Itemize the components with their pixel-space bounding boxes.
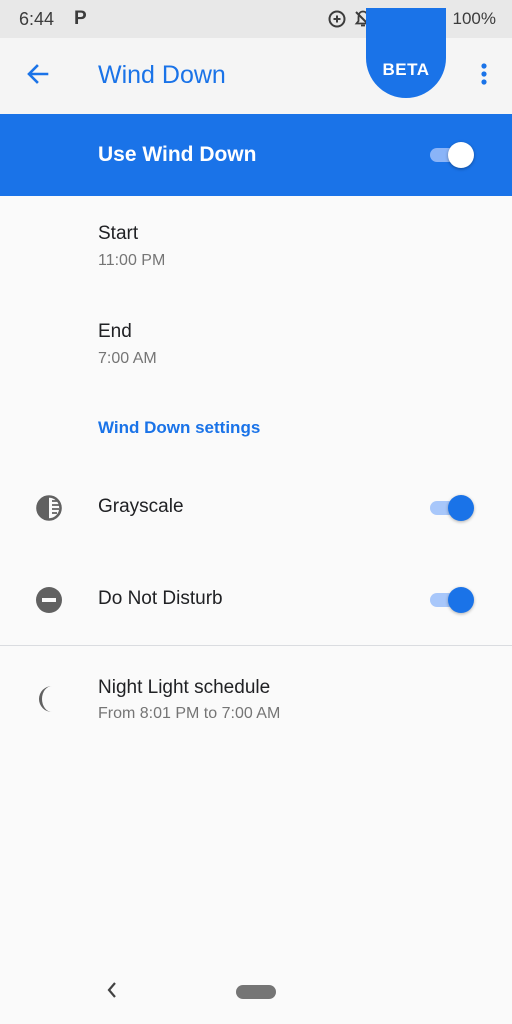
wind-down-settings-header: Wind Down settings (98, 418, 261, 437)
app-bar: Wind Down BETA (0, 8, 512, 114)
grayscale-switch[interactable] (428, 494, 476, 522)
notification-p-icon: P (74, 8, 87, 29)
grayscale-preference[interactable]: Grayscale (0, 462, 512, 554)
switch-thumb (448, 495, 474, 521)
navigation-bar (0, 960, 512, 1024)
status-time: 6:44 (19, 9, 55, 29)
end-title: End (98, 321, 132, 342)
use-wind-down-switch[interactable] (428, 141, 476, 169)
grayscale-title: Grayscale (98, 496, 184, 517)
page-title: Wind Down (98, 61, 226, 89)
grayscale-icon (34, 493, 64, 523)
preferences-list: Start 11:00 PM End 7:00 AM Wind Down set… (0, 196, 512, 1024)
night-light-schedule-preference[interactable]: Night Light schedule From 8:01 PM to 7:0… (0, 646, 512, 750)
more-options-button[interactable] (470, 60, 498, 92)
start-summary: 11:00 PM (98, 252, 166, 269)
use-wind-down-bar[interactable]: Use Wind Down (0, 114, 512, 196)
arrow-back-icon (25, 61, 51, 92)
beta-badge: BETA (366, 8, 446, 98)
data-saver-icon (327, 9, 347, 29)
use-wind-down-label: Use Wind Down (98, 143, 257, 166)
switch-thumb (448, 142, 474, 168)
night-light-summary: From 8:01 PM to 7:00 AM (98, 705, 281, 722)
do-not-disturb-title: Do Not Disturb (98, 588, 223, 609)
end-summary: 7:00 AM (98, 350, 157, 367)
more-vert-icon (480, 62, 488, 91)
night-light-icon (34, 684, 64, 714)
end-time-preference[interactable]: End 7:00 AM (0, 294, 512, 392)
do-not-disturb-preference[interactable]: Do Not Disturb (0, 554, 512, 646)
switch-thumb (448, 587, 474, 613)
nav-home-pill[interactable] (236, 985, 276, 999)
back-button[interactable] (20, 58, 56, 94)
wind-down-screen: 6:44 P 100% Wind Down BETA Use Wind Down… (0, 0, 512, 1024)
battery-percent: 100% (452, 9, 496, 28)
do-not-disturb-icon (34, 585, 64, 615)
chevron-left-icon (106, 981, 118, 1004)
night-light-title: Night Light schedule (98, 677, 271, 698)
start-title: Start (98, 223, 139, 244)
do-not-disturb-switch[interactable] (428, 586, 476, 614)
nav-back-button[interactable] (102, 980, 122, 1004)
start-time-preference[interactable]: Start 11:00 PM (0, 196, 512, 294)
